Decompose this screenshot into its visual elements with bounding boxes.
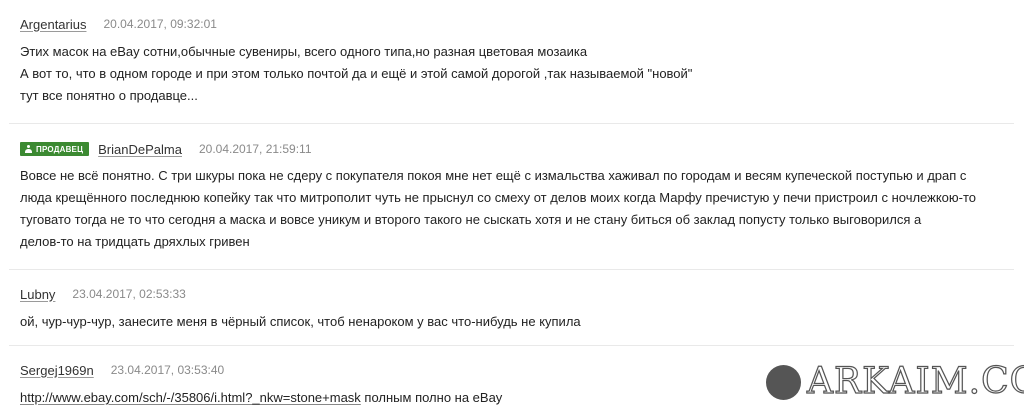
watermark: ARKAIM.CO [766,361,1024,402]
comment: Argentarius 20.04.2017, 09:32:01 Этих ма… [9,0,1014,123]
comment-date: 20.04.2017, 21:59:11 [198,142,312,156]
comment-line: ой, чур-чур-чур, занесите меня в чёрный … [20,314,581,329]
comment-body: http://www.ebay.com/sch/-/35806/i.html?_… [20,387,502,409]
comment-line: туговато тогда не то что сегодня а маска… [20,212,922,227]
comment-line: А вот то, что в одном городе и при этом … [20,66,693,81]
seller-badge-label: ПРОДАВЕЦ [36,144,84,154]
comment-line: Вовсе не всё понятно. С три шкуры пока н… [20,168,967,183]
comment-text: полным полно на eBay [360,390,503,405]
comment-line: люда крещённого последнюю копейку так чт… [20,190,977,205]
ebay-search-link[interactable]: http://www.ebay.com/sch/-/35806/i.html?_… [20,390,361,405]
comment-body: ой, чур-чур-чур, занесите меня в чёрный … [20,311,581,333]
comment: Lubny 23.04.2017, 02:53:33 ой, чур-чур-ч… [9,269,1014,345]
comment-body: Этих масок на eBay сотни,обычные сувенир… [20,41,692,107]
comment-author-link[interactable]: BrianDePalma [98,142,182,157]
comment-date: 20.04.2017, 09:32:01 [103,17,217,31]
comment-body: Вовсе не всё понятно. С три шкуры пока н… [20,165,976,253]
user-icon [25,145,32,153]
comment-meta: Argentarius 20.04.2017, 09:32:01 [20,14,217,34]
comment-line: делов-то на тридцать дряхлых гривен [20,234,250,249]
comment-meta: ПРОДАВЕЦ BrianDePalma 20.04.2017, 21:59:… [20,139,312,159]
comment-author-link[interactable]: Lubny [20,287,55,302]
comment-meta: Sergej1969n 23.04.2017, 03:53:40 [20,360,224,380]
comments-list: Argentarius 20.04.2017, 09:32:01 Этих ма… [0,0,1014,417]
comment-date: 23.04.2017, 03:53:40 [110,363,225,377]
comment-author-link[interactable]: Argentarius [20,17,86,32]
watermark-logo-icon [766,364,801,400]
comment-line: Этих масок на eBay сотни,обычные сувенир… [20,44,588,59]
seller-badge: ПРОДАВЕЦ [20,142,90,156]
comment-date: 23.04.2017, 02:53:33 [72,287,186,301]
comment-meta: Lubny 23.04.2017, 02:53:33 [20,284,186,304]
comment-line: тут все понятно о продавце... [20,88,198,103]
comment: ПРОДАВЕЦ BrianDePalma 20.04.2017, 21:59:… [9,123,1014,269]
comment-author-link[interactable]: Sergej1969n [20,363,94,378]
watermark-text: ARKAIM.CO [806,361,1024,402]
